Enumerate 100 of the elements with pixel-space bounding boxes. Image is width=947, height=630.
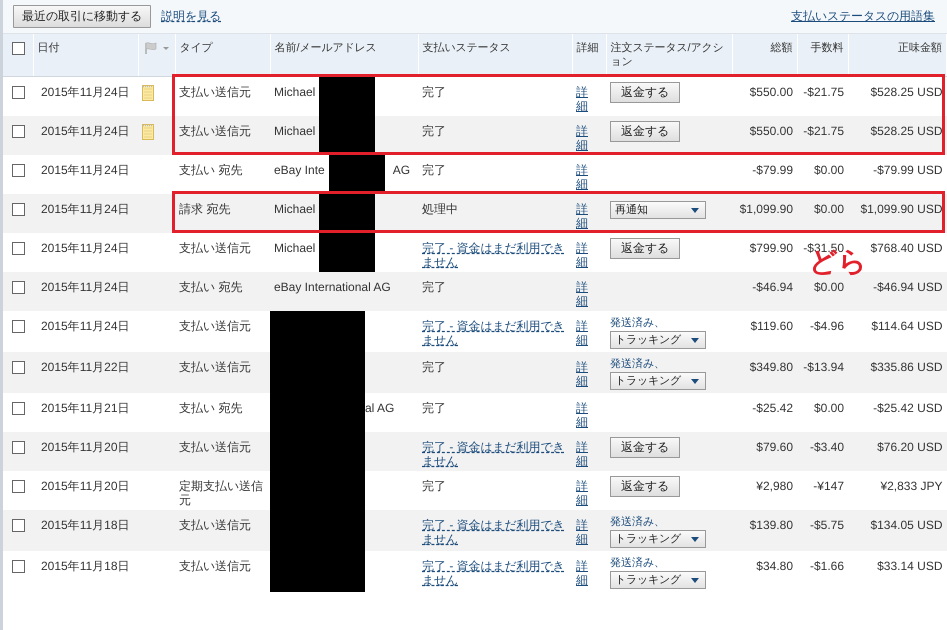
caret-icon bbox=[691, 536, 699, 542]
redacted-area bbox=[319, 116, 376, 155]
row-checkbox[interactable] bbox=[12, 281, 25, 294]
net-amount: ¥2,833 JPY bbox=[880, 479, 942, 493]
net-amount: $528.25 USD bbox=[870, 124, 942, 138]
status-text: 完了 bbox=[422, 280, 447, 294]
name-text: Michael bbox=[274, 85, 316, 99]
type-text: 支払い送信元 bbox=[179, 518, 252, 532]
refund-button[interactable]: 返金する bbox=[610, 238, 680, 259]
type-text: 支払い送信元 bbox=[179, 559, 252, 573]
tracking-dropdown[interactable]: トラッキング bbox=[610, 530, 706, 548]
details-link[interactable]: 詳細 bbox=[576, 319, 588, 347]
shipped-label: 発送済み、 bbox=[610, 515, 666, 529]
net-amount: -$79.99 USD bbox=[873, 163, 942, 177]
date-text: 2015年11月20日 bbox=[41, 479, 130, 493]
refund-button[interactable]: 返金する bbox=[610, 82, 680, 103]
name-text: eBay International AG bbox=[274, 280, 391, 294]
status-text: 完了 bbox=[422, 401, 447, 415]
gross-amount: $550.00 bbox=[750, 85, 793, 99]
net-amount: $528.25 USD bbox=[870, 85, 942, 99]
status-link[interactable]: 完了 - 資金はまだ利用できません bbox=[422, 559, 568, 587]
status-link[interactable]: 完了 - 資金はまだ利用できません bbox=[422, 241, 568, 269]
date-text: 2015年11月24日 bbox=[41, 319, 130, 333]
row-checkbox[interactable] bbox=[12, 164, 25, 178]
type-text: 支払い 宛先 bbox=[179, 163, 244, 177]
status-text: 完了 bbox=[422, 479, 447, 493]
redacted-area bbox=[319, 194, 376, 233]
fee-amount: $0.00 bbox=[814, 280, 844, 294]
select-all-checkbox[interactable] bbox=[12, 42, 25, 55]
tracking-dropdown[interactable]: トラッキング bbox=[610, 331, 706, 349]
date-text: 2015年11月22日 bbox=[41, 360, 130, 374]
type-text: 定期支払い送信元 bbox=[179, 479, 264, 507]
gross-amount: $139.80 bbox=[750, 518, 793, 532]
gross-amount: -$25.42 bbox=[752, 401, 793, 415]
name-text: AG bbox=[392, 163, 410, 177]
details-link[interactable]: 詳細 bbox=[576, 241, 588, 269]
name-text: al AG bbox=[365, 401, 394, 415]
action-dropdown[interactable]: 再通知 bbox=[610, 201, 706, 219]
column-header: 詳細 bbox=[576, 42, 598, 54]
row-checkbox[interactable] bbox=[12, 519, 25, 532]
details-link[interactable]: 詳細 bbox=[576, 163, 588, 191]
caret-icon bbox=[691, 338, 699, 342]
status-text: 完了 bbox=[422, 360, 447, 374]
details-link[interactable]: 詳細 bbox=[576, 401, 588, 429]
net-amount: $1,099.90 USD bbox=[860, 202, 942, 216]
row-checkbox[interactable] bbox=[12, 361, 25, 374]
refund-button[interactable]: 返金する bbox=[610, 437, 680, 458]
shipped-label: 発送済み、 bbox=[610, 556, 666, 570]
net-amount: $76.20 USD bbox=[877, 440, 942, 454]
gross-amount: $1,099.90 bbox=[740, 202, 793, 216]
net-amount: $114.64 USD bbox=[871, 319, 942, 333]
gross-amount: $119.60 bbox=[750, 319, 793, 333]
date-text: 2015年11月24日 bbox=[41, 280, 130, 294]
row-checkbox[interactable] bbox=[12, 203, 25, 216]
column-header: 手数料 bbox=[810, 42, 844, 54]
net-amount: $335.86 USD bbox=[870, 360, 942, 374]
row-checkbox[interactable] bbox=[12, 86, 25, 100]
details-link[interactable]: 詳細 bbox=[576, 85, 588, 113]
date-text: 2015年11月18日 bbox=[41, 559, 130, 573]
type-text: 支払い送信元 bbox=[179, 440, 252, 454]
net-amount: $768.40 USD bbox=[870, 241, 942, 255]
shipped-label: 発送済み、 bbox=[610, 316, 666, 330]
date-text: 2015年11月21日 bbox=[41, 401, 130, 415]
type-text: 支払い送信元 bbox=[179, 319, 252, 333]
column-header: タイプ bbox=[180, 42, 212, 54]
row-checkbox[interactable] bbox=[12, 480, 25, 494]
details-link[interactable]: 詳細 bbox=[576, 479, 588, 507]
status-link[interactable]: 完了 - 資金はまだ利用できません bbox=[422, 319, 568, 347]
glossary-link[interactable]: 支払いステータスの用語集 bbox=[791, 8, 935, 25]
refund-button[interactable]: 返金する bbox=[610, 121, 680, 142]
gross-amount: $79.60 bbox=[756, 440, 793, 454]
shipped-label: 発送済み、 bbox=[610, 357, 666, 371]
column-header: 日付 bbox=[38, 42, 60, 54]
caret-icon bbox=[691, 578, 699, 582]
refund-button[interactable]: 返金する bbox=[610, 476, 680, 497]
fee-amount: $0.00 bbox=[814, 202, 844, 216]
gross-amount: $799.90 bbox=[750, 241, 793, 255]
type-text: 支払い送信元 bbox=[179, 85, 252, 99]
caret-icon bbox=[691, 378, 699, 384]
row-checkbox[interactable] bbox=[12, 242, 25, 256]
recent-transactions-button[interactable]: 最近の取引に移動する bbox=[13, 5, 151, 28]
name-text: eBay Inte bbox=[274, 163, 325, 177]
fee-amount: $0.00 bbox=[814, 401, 844, 415]
row-checkbox[interactable] bbox=[12, 402, 25, 416]
column-header: 総額 bbox=[770, 42, 792, 54]
net-amount: $134.05 USD bbox=[870, 518, 942, 532]
row-checkbox[interactable] bbox=[12, 441, 25, 454]
gross-amount: $550.00 bbox=[750, 124, 793, 138]
row-checkbox[interactable] bbox=[12, 125, 25, 138]
tracking-dropdown[interactable]: トラッキング bbox=[610, 372, 706, 390]
status-text: 処理中 bbox=[422, 202, 459, 216]
help-link[interactable]: 説明を見る bbox=[161, 8, 221, 25]
date-text: 2015年11月24日 bbox=[41, 241, 130, 255]
row-checkbox[interactable] bbox=[12, 560, 25, 574]
fee-amount: -$21.75 bbox=[803, 124, 844, 138]
type-text: 支払い送信元 bbox=[179, 241, 252, 255]
details-link[interactable]: 詳細 bbox=[576, 559, 588, 587]
tracking-dropdown[interactable]: トラッキング bbox=[610, 571, 706, 589]
date-text: 2015年11月24日 bbox=[41, 202, 130, 216]
row-checkbox[interactable] bbox=[12, 320, 25, 334]
